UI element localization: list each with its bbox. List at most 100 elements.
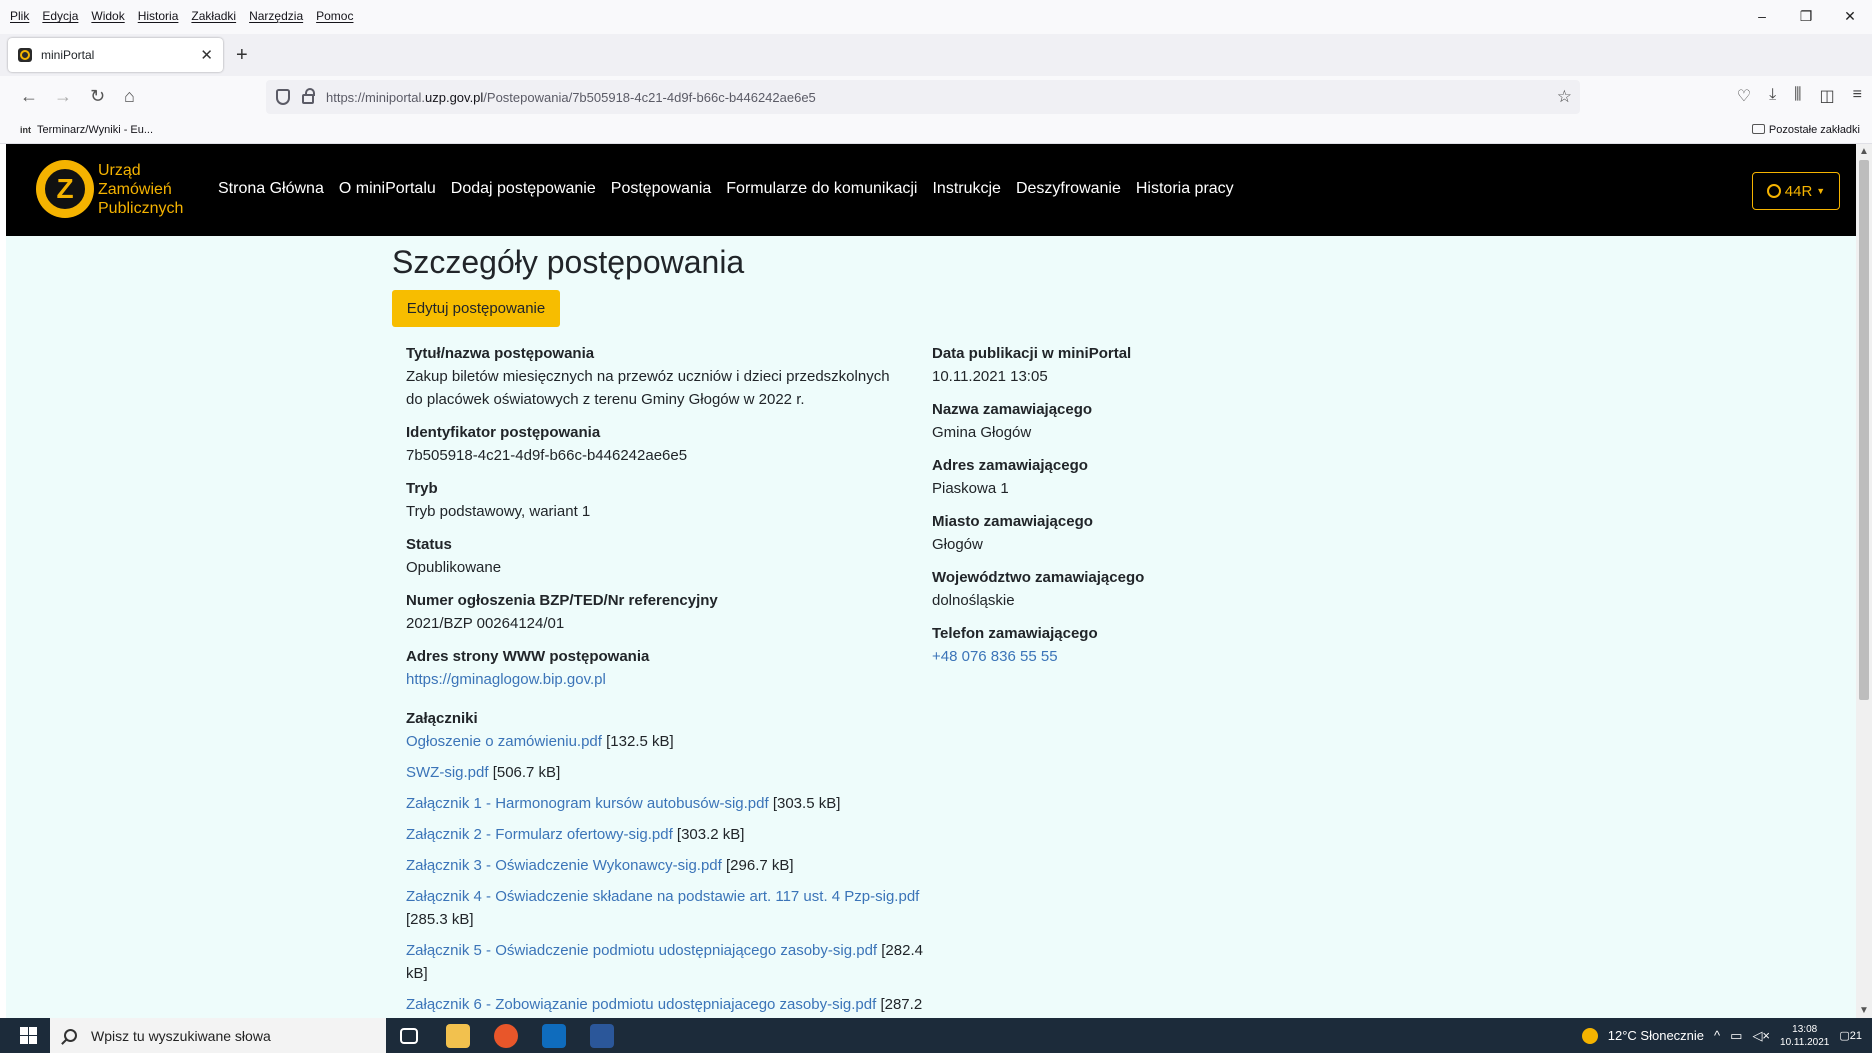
downloads-icon[interactable]: ⤓ — [1769, 86, 1776, 106]
field-label: Data publikacji w miniPortal — [932, 345, 1132, 362]
field-mode: Tryb Tryb podstawowy, wariant 1 — [406, 477, 906, 523]
attachment-item: Załącznik 6 - Zobowiązanie podmiotu udos… — [406, 993, 946, 1016]
attachment-size: [296.7 kB] — [726, 857, 794, 874]
clock[interactable]: 13:08 10.11.2021 — [1780, 1023, 1829, 1049]
nav-historia-pracy[interactable]: Historia pracy — [1136, 180, 1234, 198]
reload-icon[interactable]: ↻ — [90, 86, 105, 107]
uzp-logo[interactable]: Z Urząd Zamówień Publicznych — [36, 160, 183, 218]
bookmark-star-icon[interactable]: ☆ — [1557, 87, 1572, 107]
field-label: Telefon zamawiającego — [932, 625, 1098, 642]
forward-icon[interactable]: → — [54, 86, 72, 107]
attachment-item: Załącznik 3 - Oświadczenie Wykonawcy-sig… — [406, 854, 946, 877]
attachment-link[interactable]: Załącznik 5 - Oświadczenie podmiotu udos… — [406, 942, 877, 959]
nav-strona-glowna[interactable]: Strona Główna — [218, 180, 324, 198]
field-label: Numer ogłoszenia BZP/TED/Nr referencyjny — [406, 592, 718, 609]
nav-postepowania[interactable]: Postępowania — [611, 180, 712, 198]
field-value: 2021/BZP 00264124/01 — [406, 615, 565, 632]
bookmark-other-folder[interactable]: Pozostałe zakładki — [1751, 124, 1860, 136]
windows-start-icon[interactable] — [20, 1027, 37, 1044]
nav-formularze[interactable]: Formularze do komunikacji — [726, 180, 917, 198]
menu-historia[interactable]: Historia — [138, 9, 179, 23]
attachment-item: Załącznik 4 - Oświadczenie składane na p… — [406, 885, 946, 931]
bookmark-terminarz[interactable]: int Terminarz/Wyniki - Eu... — [20, 124, 153, 136]
field-value: Piaskowa 1 — [932, 480, 1009, 497]
attachment-item: Załącznik 5 - Oświadczenie podmiotu udos… — [406, 939, 946, 985]
attachment-size: [303.2 kB] — [676, 826, 745, 843]
shield-icon[interactable] — [276, 89, 290, 105]
uzp-logo-icon: Z — [36, 160, 94, 218]
menu-pomoc[interactable]: Pomoc — [316, 9, 353, 23]
nav-o-miniportalu[interactable]: O miniPortalu — [339, 180, 436, 198]
field-value: Opublikowane — [406, 559, 502, 576]
bookmarks-bar: int Terminarz/Wyniki - Eu... Pozostałe za… — [0, 118, 1872, 144]
attachment-link[interactable]: SWZ-sig.pdf — [406, 764, 489, 781]
file-explorer-icon[interactable] — [446, 1024, 470, 1048]
taskbar-search-input[interactable]: Wpisz tu wyszukiwane słowa — [50, 1018, 386, 1053]
edit-button[interactable]: Edytuj postępowanie — [392, 290, 560, 327]
firefox-icon[interactable] — [494, 1024, 518, 1048]
restore-button[interactable]: ❐ — [1784, 8, 1828, 25]
weather-sun-icon[interactable] — [1581, 1027, 1598, 1044]
website-link[interactable]: https://gminaglogow.bip.gov.pl — [406, 668, 906, 691]
back-icon[interactable]: ← — [20, 86, 38, 107]
lock-icon[interactable] — [302, 88, 315, 104]
field-label: Identyfikator postępowania — [406, 424, 601, 441]
attachment-link[interactable]: Ogłoszenie o zamówieniu.pdf — [406, 733, 602, 750]
menu-plik[interactable]: Plik — [10, 9, 29, 23]
attachment-link[interactable]: Załącznik 3 - Oświadczenie Wykonawcy-sig… — [406, 857, 722, 874]
scroll-up-icon[interactable]: ▲ — [1859, 146, 1869, 157]
tab-miniportal[interactable]: miniPortal ✕ — [8, 38, 223, 72]
field-buyer-city: Miasto zamawiającego Głogów — [932, 510, 1232, 556]
close-window-button[interactable]: ✕ — [1828, 8, 1872, 25]
menu-widok[interactable]: Widok — [91, 9, 124, 23]
pocket-icon[interactable]: ♡ — [1737, 86, 1751, 106]
folder-icon — [1751, 124, 1765, 134]
word-icon[interactable] — [590, 1024, 614, 1048]
network-icon[interactable]: ▭ — [1730, 1028, 1742, 1044]
notifications-icon[interactable]: ▢21 — [1839, 1029, 1862, 1042]
attachment-link[interactable]: Załącznik 2 - Formularz ofertowy-sig.pdf — [406, 826, 673, 843]
attachment-link[interactable]: Załącznik 6 - Zobowiązanie podmiotu udos… — [406, 996, 876, 1013]
field-label: Nazwa zamawiającego — [932, 401, 1093, 418]
page-scrollbar[interactable]: ▲ ▼ — [1856, 144, 1872, 1018]
user-menu-button[interactable]: 44R ▼ — [1752, 172, 1840, 210]
menu-zakladki[interactable]: Zakładki — [191, 9, 236, 23]
nav-deszyfrowanie[interactable]: Deszyfrowanie — [1016, 180, 1121, 198]
home-icon[interactable]: ⌂ — [124, 86, 135, 107]
nav-dodaj-postepowanie[interactable]: Dodaj postępowanie — [451, 180, 596, 198]
attachment-link[interactable]: Załącznik 1 - Harmonogram kursów autobus… — [406, 795, 769, 812]
sidebar-icon[interactable]: ◫ — [1820, 86, 1835, 106]
scroll-down-icon[interactable]: ▼ — [1859, 1005, 1869, 1016]
field-label: Tryb — [406, 480, 438, 497]
field-buyer-name: Nazwa zamawiającego Gmina Głogów — [932, 398, 1232, 444]
field-value: 10.11.2021 13:05 — [932, 368, 1048, 385]
field-value: Gmina Głogów — [932, 424, 1032, 441]
phone-link[interactable]: +48 076 836 55 55 — [932, 645, 1232, 668]
app-menu-icon[interactable]: ≡ — [1853, 86, 1862, 106]
field-website: Adres strony WWW postępowania https://gm… — [406, 645, 906, 691]
attachment-link[interactable]: Załącznik 4 - Oświadczenie składane na p… — [406, 888, 919, 905]
attachments-label: Załączniki — [406, 710, 478, 727]
scrollbar-thumb[interactable] — [1859, 160, 1869, 700]
url-text[interactable]: https://miniportal.uzp.gov.pl/Postepowan… — [326, 90, 816, 105]
weather-text[interactable]: 12°C Słonecznie — [1608, 1028, 1704, 1043]
nav-instrukcje[interactable]: Instrukcje — [932, 180, 1000, 198]
windows-taskbar: Wpisz tu wyszukiwane słowa 12°C Słoneczn… — [0, 1018, 1872, 1053]
chevron-up-icon[interactable]: ^ — [1714, 1028, 1720, 1043]
field-value: 7b505918-4c21-4d9f-b66c-b446242ae6e5 — [406, 447, 688, 464]
attachment-item: Ogłoszenie o zamówieniu.pdf [132.5 kB] — [406, 730, 946, 753]
caret-down-icon: ▼ — [1816, 186, 1826, 196]
minimize-button[interactable]: – — [1740, 8, 1784, 25]
field-label: Adres strony WWW postępowania — [406, 648, 650, 665]
volume-icon[interactable]: ◁× — [1752, 1028, 1770, 1044]
library-icon[interactable]: ⫼ — [1794, 86, 1801, 106]
menu-narzedzia[interactable]: Narzędzia — [249, 9, 303, 23]
field-label: Tytuł/nazwa postępowania — [406, 345, 595, 362]
address-bar[interactable]: https://miniportal.uzp.gov.pl/Postepowan… — [266, 80, 1580, 114]
new-tab-button[interactable]: + — [236, 44, 248, 67]
menu-edycja[interactable]: Edycja — [42, 9, 78, 23]
task-view-icon[interactable] — [400, 1028, 418, 1044]
field-buyer-phone: Telefon zamawiającego +48 076 836 55 55 — [932, 622, 1232, 668]
outlook-icon[interactable] — [542, 1024, 566, 1048]
close-tab-icon[interactable]: ✕ — [200, 46, 213, 64]
